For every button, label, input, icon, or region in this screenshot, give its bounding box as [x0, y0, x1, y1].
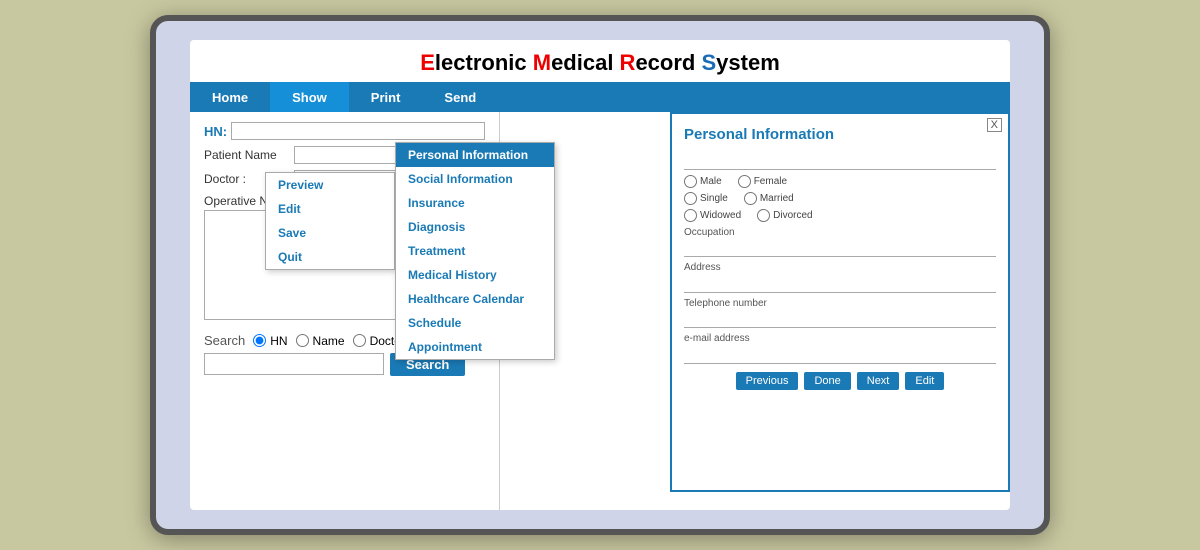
subdropdown-schedule[interactable]: Schedule: [396, 311, 554, 335]
radio-married[interactable]: [744, 192, 757, 205]
pi-email-field: e-mail address: [684, 333, 996, 364]
menubar: Home Show Print Send: [190, 82, 1010, 112]
pi-name-input[interactable]: [684, 154, 996, 170]
pi-edit-button[interactable]: Edit: [905, 372, 944, 390]
radio-hn[interactable]: HN: [253, 334, 287, 348]
radio-hn-input[interactable]: [253, 334, 266, 347]
pi-marital-row2: Widowed Divorced: [684, 209, 996, 222]
pi-occupation-input[interactable]: [684, 241, 996, 257]
radio-name[interactable]: Name: [296, 334, 345, 348]
show-dropdown: Preview Edit Save Quit: [265, 172, 395, 270]
female-label: Female: [754, 176, 787, 187]
show-sub-dropdown: Personal Information Social Information …: [395, 142, 555, 360]
radio-female[interactable]: [738, 175, 751, 188]
screen: Electronic Medical Record System Home Sh…: [190, 40, 1010, 510]
pi-gender-female[interactable]: Female: [738, 175, 787, 188]
search-label: Search: [204, 333, 245, 348]
subdropdown-appointment[interactable]: Appointment: [396, 335, 554, 359]
pi-married[interactable]: Married: [744, 192, 794, 205]
panel-title: Personal Information: [684, 126, 996, 143]
dropdown-edit[interactable]: Edit: [266, 197, 394, 221]
title-s: S: [701, 50, 716, 75]
radio-male[interactable]: [684, 175, 697, 188]
pi-divorced[interactable]: Divorced: [757, 209, 812, 222]
title-r: R: [620, 50, 636, 75]
pi-previous-button[interactable]: Previous: [736, 372, 799, 390]
hn-label: HN:: [204, 124, 227, 139]
pi-email-label: e-mail address: [684, 333, 996, 344]
main-content: HN: Patient Name Doctor : Operative Note…: [190, 112, 1010, 510]
radio-widowed[interactable]: [684, 209, 697, 222]
dropdown-quit[interactable]: Quit: [266, 245, 394, 269]
subdropdown-healthcare-calendar[interactable]: Healthcare Calendar: [396, 287, 554, 311]
subdropdown-treatment[interactable]: Treatment: [396, 239, 554, 263]
pi-email-input[interactable]: [684, 348, 996, 364]
search-input[interactable]: [204, 353, 384, 375]
pi-widowed[interactable]: Widowed: [684, 209, 741, 222]
menu-print[interactable]: Print: [349, 82, 423, 112]
title-e: E: [420, 50, 435, 75]
hn-row: HN:: [204, 122, 485, 140]
pi-address-field: Address: [684, 262, 996, 293]
hn-input[interactable]: [231, 122, 485, 140]
subdropdown-medical-history[interactable]: Medical History: [396, 263, 554, 287]
radio-divorced[interactable]: [757, 209, 770, 222]
widowed-label: Widowed: [700, 210, 741, 221]
pi-telephone-field: Telephone number: [684, 298, 996, 329]
dropdown-preview[interactable]: Preview: [266, 173, 394, 197]
male-label: Male: [700, 176, 722, 187]
pi-next-button[interactable]: Next: [857, 372, 900, 390]
menu-home[interactable]: Home: [190, 82, 270, 112]
pi-name-field: [684, 151, 996, 170]
pi-address-input[interactable]: [684, 277, 996, 293]
pi-occupation-field: Occupation: [684, 227, 996, 258]
pi-gender-row: Male Female: [684, 175, 996, 188]
menu-show[interactable]: Show: [270, 82, 349, 112]
pi-single[interactable]: Single: [684, 192, 728, 205]
pi-address-label: Address: [684, 262, 996, 273]
app-title: Electronic Medical Record System: [190, 40, 1010, 82]
married-label: Married: [760, 193, 794, 204]
radio-name-input[interactable]: [296, 334, 309, 347]
menu-send[interactable]: Send: [422, 82, 498, 112]
divorced-label: Divorced: [773, 210, 812, 221]
subdropdown-personal-info[interactable]: Personal Information: [396, 143, 554, 167]
pi-occupation-label: Occupation: [684, 227, 996, 238]
pi-gender-male[interactable]: Male: [684, 175, 722, 188]
pi-marital-row: Single Married: [684, 192, 996, 205]
close-icon[interactable]: X: [987, 118, 1002, 132]
patient-name-label: Patient Name: [204, 148, 294, 162]
radio-single[interactable]: [684, 192, 697, 205]
pi-telephone-input[interactable]: [684, 312, 996, 328]
subdropdown-insurance[interactable]: Insurance: [396, 191, 554, 215]
pi-done-button[interactable]: Done: [804, 372, 850, 390]
dropdown-save[interactable]: Save: [266, 221, 394, 245]
subdropdown-social-info[interactable]: Social Information: [396, 167, 554, 191]
tablet: Electronic Medical Record System Home Sh…: [150, 15, 1050, 535]
radio-doctor-input[interactable]: [353, 334, 366, 347]
subdropdown-diagnosis[interactable]: Diagnosis: [396, 215, 554, 239]
title-m: M: [533, 50, 551, 75]
pi-telephone-label: Telephone number: [684, 298, 996, 309]
single-label: Single: [700, 193, 728, 204]
personal-info-panel: X Personal Information Male Female: [670, 112, 1010, 492]
pi-buttons: Previous Done Next Edit: [684, 372, 996, 390]
